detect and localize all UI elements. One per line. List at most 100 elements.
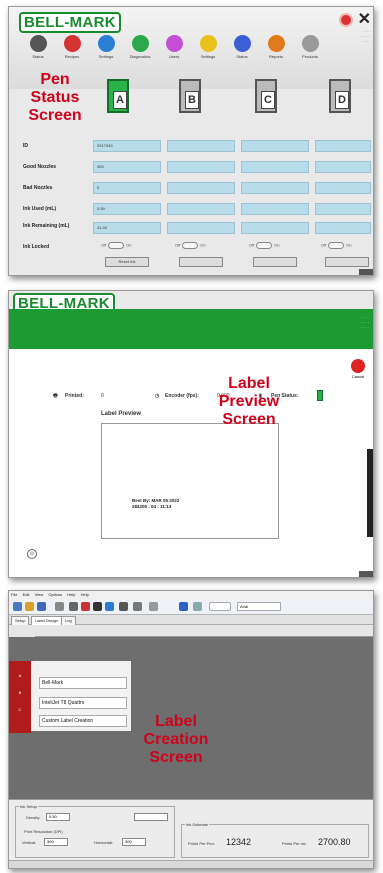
barcode-icon[interactable] bbox=[93, 602, 102, 611]
label-field-description[interactable]: Custom Label Creation bbox=[39, 715, 127, 727]
close-icon[interactable]: ✕ bbox=[358, 9, 371, 29]
row-label-id: ID bbox=[23, 143, 28, 149]
save-icon[interactable] bbox=[37, 602, 46, 611]
recipes-icon bbox=[63, 35, 81, 52]
label-preview-caption: Label Preview Screen bbox=[218, 375, 280, 428]
cancel-button[interactable]: Cancel bbox=[351, 359, 365, 379]
pen-b-cell bbox=[167, 161, 235, 173]
pen-b-cell bbox=[167, 203, 235, 215]
font-select[interactable]: Arial bbox=[237, 602, 281, 611]
pen-d-reset-button[interactable] bbox=[325, 257, 369, 267]
pen-d-ink-lock-toggle[interactable]: Off On bbox=[321, 242, 352, 249]
open-icon[interactable] bbox=[25, 602, 34, 611]
menu-help-2[interactable]: Help bbox=[81, 592, 89, 597]
pen-b-icon[interactable]: B bbox=[179, 79, 201, 113]
pen-c-ink-lock-toggle[interactable]: Off On bbox=[249, 242, 280, 249]
pen-c-icon[interactable]: C bbox=[255, 79, 277, 113]
label-creation-screen: File Edit View Options Help Help Arial S… bbox=[8, 590, 374, 869]
system-info: · · · · · · · · · · · · · bbox=[359, 29, 371, 44]
nav-reports[interactable]: Reports bbox=[263, 35, 289, 59]
align-icon[interactable] bbox=[193, 602, 202, 611]
grid-icon[interactable] bbox=[149, 602, 158, 611]
scroll-handle[interactable] bbox=[367, 449, 373, 537]
printed-label: Printed: bbox=[65, 393, 84, 399]
row-label-good-nozzles: Good Nozzles bbox=[23, 164, 57, 170]
row-label-ink-locked: Ink Locked bbox=[23, 244, 50, 250]
line-icon[interactable] bbox=[119, 602, 128, 611]
cut-icon[interactable] bbox=[69, 602, 78, 611]
status2-icon bbox=[233, 35, 251, 52]
image-icon[interactable] bbox=[105, 602, 114, 611]
text-icon[interactable] bbox=[81, 602, 90, 611]
pen-a-bad-nozzles: 0 bbox=[93, 182, 161, 194]
corner-icon bbox=[359, 571, 373, 577]
new-icon[interactable] bbox=[13, 602, 22, 611]
label-creation-caption: Label Creation Screen bbox=[143, 713, 209, 766]
prints-per-ml-value: 2700.80 bbox=[318, 837, 351, 847]
head-a-icon: A bbox=[18, 673, 22, 678]
pen-status-screen: BELL-MARK ✕ · · · · · · · · · · · · · Stat… bbox=[8, 6, 374, 276]
design-canvas[interactable]: A B C Bell-Mark InteliJet T8 Quattro Cus… bbox=[9, 625, 373, 799]
shape-icon[interactable] bbox=[133, 602, 142, 611]
bell-mark-logo: BELL-MARK bbox=[19, 12, 121, 33]
vertical-label: Vertical: bbox=[22, 840, 37, 845]
pen-c-reset-button[interactable] bbox=[253, 257, 297, 267]
pen-b-cell bbox=[167, 140, 235, 152]
pen-d-icon[interactable]: D bbox=[329, 79, 351, 113]
pen-d-cell bbox=[315, 203, 371, 215]
nav-recipes[interactable]: Recipes bbox=[59, 35, 85, 59]
font-size-select[interactable] bbox=[209, 602, 231, 611]
label-field-product[interactable]: InteliJet T8 Quattro bbox=[39, 697, 127, 709]
pen-c-cell bbox=[241, 140, 309, 152]
settings-circle-icon[interactable]: ⊙ bbox=[27, 549, 37, 559]
bold-icon[interactable] bbox=[179, 602, 188, 611]
pen-a-reset-ink-button[interactable]: Reset Ink bbox=[105, 257, 149, 267]
products-icon bbox=[301, 35, 319, 52]
menu-bar: File Edit View Options Help Help bbox=[9, 591, 373, 599]
nav-diagnostics[interactable]: Diagnostics bbox=[127, 35, 153, 59]
nav-settings[interactable]: Settings bbox=[93, 35, 119, 59]
prints-per-pen-value: 12342 bbox=[226, 837, 252, 847]
pen-b-ink-lock-toggle[interactable]: Off On bbox=[175, 242, 206, 249]
pen-a-icon[interactable]: A bbox=[107, 79, 129, 113]
reports-icon bbox=[267, 35, 285, 52]
menu-edit[interactable]: Edit bbox=[23, 592, 30, 597]
pen-d-cell bbox=[315, 161, 371, 173]
pen-status-caption: Pen Status Screen bbox=[28, 71, 82, 124]
pen-b-reset-button[interactable] bbox=[179, 257, 223, 267]
menu-file[interactable]: File bbox=[11, 592, 17, 597]
nav-status-2[interactable]: Status bbox=[229, 35, 255, 59]
vertical-select[interactable]: 300 bbox=[44, 838, 68, 846]
horizontal-select[interactable]: 300 bbox=[122, 838, 146, 846]
menu-help[interactable]: Help bbox=[67, 592, 75, 597]
clock-icon: ◷ bbox=[155, 393, 160, 399]
print-icon[interactable] bbox=[55, 602, 64, 611]
label-field-company[interactable]: Bell-Mark bbox=[39, 677, 127, 689]
design-tabs: Setup Label Design Log bbox=[9, 615, 373, 625]
ruler-corner bbox=[9, 625, 35, 637]
nav-products[interactable]: Products bbox=[297, 35, 323, 59]
density-input[interactable]: 0.50 bbox=[46, 813, 70, 821]
density-unit-select[interactable] bbox=[134, 813, 168, 821]
pen-c-cell bbox=[241, 182, 309, 194]
menu-options[interactable]: Options bbox=[48, 592, 62, 597]
tab-setup[interactable]: Setup bbox=[11, 616, 30, 625]
power-icon[interactable] bbox=[339, 13, 353, 27]
pen-a-ink-lock-toggle[interactable]: Off On bbox=[101, 242, 132, 249]
menu-view[interactable]: View bbox=[35, 592, 44, 597]
cancel-icon bbox=[351, 359, 365, 373]
nav-users[interactable]: Users bbox=[161, 35, 187, 59]
print-status-row: 🖶 Printed: 0 ◷ Encoder (fps): 0.000 ▮ Pe… bbox=[9, 389, 373, 405]
pen-b-cell bbox=[167, 182, 235, 194]
nav-settings-2[interactable]: Settings bbox=[195, 35, 221, 59]
users-icon bbox=[165, 35, 183, 52]
tab-label-design[interactable]: Label Design bbox=[31, 616, 63, 625]
light-icon bbox=[199, 35, 217, 52]
print-head-bar: A B C bbox=[9, 661, 31, 733]
row-label-bad-nozzles: Bad Nozzles bbox=[23, 185, 53, 191]
label-area[interactable]: Bell-Mark InteliJet T8 Quattro Custom La… bbox=[31, 661, 131, 731]
nav-status[interactable]: Status bbox=[25, 35, 51, 59]
ink-setup-group: Ink Setup Density: 0.50 Print Resolution… bbox=[15, 804, 175, 858]
toolbar: Arial bbox=[9, 599, 373, 615]
tab-log[interactable]: Log bbox=[61, 616, 76, 625]
